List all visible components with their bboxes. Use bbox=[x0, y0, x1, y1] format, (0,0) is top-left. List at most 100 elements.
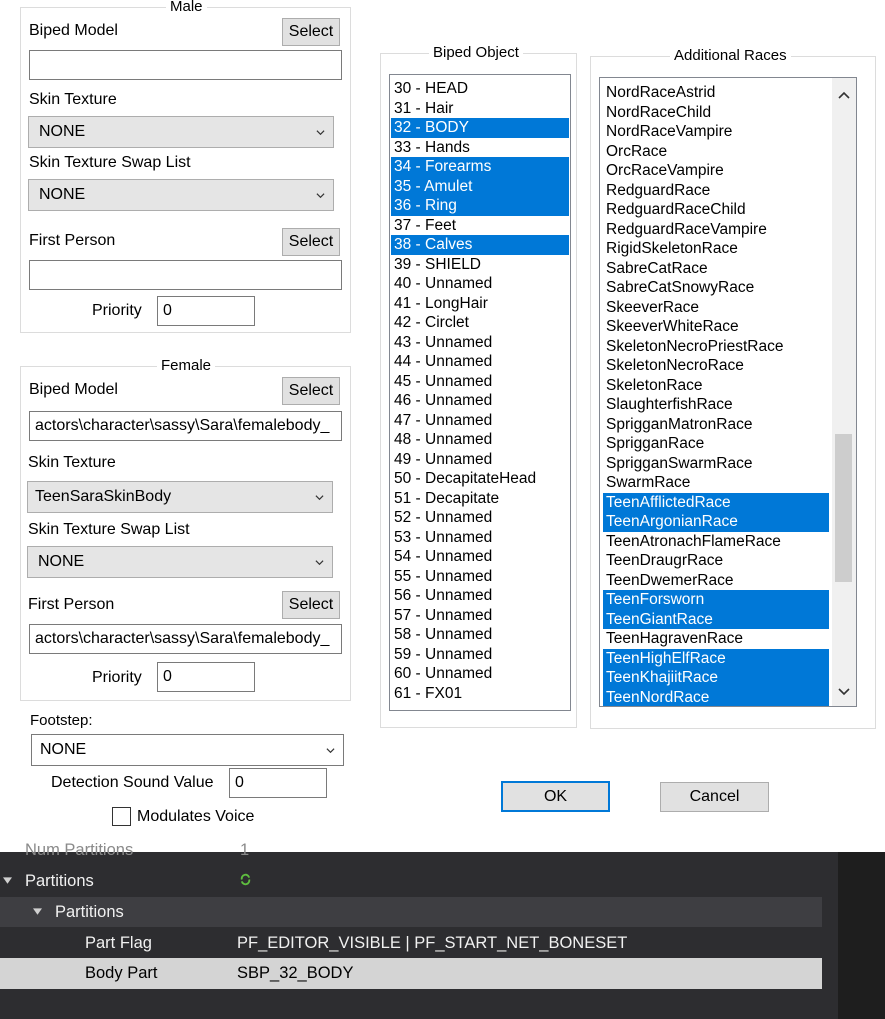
biped-object-item[interactable]: 47 - Unnamed bbox=[391, 411, 569, 431]
part-flag-row[interactable]: Part Flag PF_EDITOR_VISIBLE | PF_START_N… bbox=[0, 928, 822, 958]
biped-object-item[interactable]: 36 - Ring bbox=[391, 196, 569, 216]
biped-object-item[interactable]: 48 - Unnamed bbox=[391, 430, 569, 450]
biped-object-item[interactable]: 39 - SHIELD bbox=[391, 255, 569, 275]
biped-object-item[interactable]: 42 - Circlet bbox=[391, 313, 569, 333]
biped-object-item[interactable]: 40 - Unnamed bbox=[391, 274, 569, 294]
race-item[interactable]: OrcRace bbox=[603, 142, 829, 162]
body-part-row[interactable]: Body Part SBP_32_BODY bbox=[0, 958, 822, 989]
additional-races-list[interactable]: NordRaceAstrid NordRaceChild NordRaceVampi… bbox=[599, 77, 857, 707]
female-skin-texture-dropdown[interactable]: TeenSaraSkinBody bbox=[27, 481, 333, 513]
race-item[interactable]: RedguardRaceChild bbox=[603, 200, 829, 220]
race-item[interactable]: SkeletonNecroPriestRace bbox=[603, 337, 829, 357]
race-item[interactable]: TeenForsworn bbox=[603, 590, 829, 610]
biped-object-item[interactable]: 31 - Hair bbox=[391, 99, 569, 119]
female-priority-input[interactable]: 0 bbox=[157, 662, 255, 692]
biped-object-item[interactable]: 30 - HEAD bbox=[391, 79, 569, 99]
race-item[interactable]: SprigganMatronRace bbox=[603, 415, 829, 435]
detection-sound-input[interactable]: 0 bbox=[229, 768, 327, 798]
biped-object-item[interactable]: 57 - Unnamed bbox=[391, 606, 569, 626]
biped-object-item[interactable]: 54 - Unnamed bbox=[391, 547, 569, 567]
expand-arrow-icon[interactable] bbox=[3, 877, 12, 885]
male-first-person-select-button[interactable]: Select bbox=[282, 228, 340, 256]
biped-object-item[interactable]: 45 - Unnamed bbox=[391, 372, 569, 392]
biped-object-item[interactable]: 32 - BODY bbox=[391, 118, 569, 138]
chevron-down-icon[interactable] bbox=[838, 687, 850, 697]
race-item[interactable]: RedguardRaceVampire bbox=[603, 220, 829, 240]
race-item[interactable]: SwarmRace bbox=[603, 473, 829, 493]
race-item[interactable]: NordRaceAstrid bbox=[603, 83, 829, 103]
biped-object-item[interactable]: 41 - LongHair bbox=[391, 294, 569, 314]
biped-object-item[interactable]: 56 - Unnamed bbox=[391, 586, 569, 606]
race-item[interactable]: TeenDwemerRace bbox=[603, 571, 829, 591]
biped-object-item[interactable]: 33 - Hands bbox=[391, 138, 569, 158]
biped-object-list[interactable]: 30 - HEAD 31 - Hair 32 - BODY 33 - Hands 34 … bbox=[389, 74, 571, 711]
male-biped-model-input[interactable] bbox=[29, 50, 342, 80]
race-item[interactable]: TeenGiantRace bbox=[603, 609, 829, 629]
properties-scrollbar[interactable] bbox=[838, 852, 885, 1019]
biped-object-item[interactable]: 52 - Unnamed bbox=[391, 508, 569, 528]
cancel-button[interactable]: Cancel bbox=[660, 782, 769, 812]
race-item[interactable]: TeenAfflictedRace bbox=[603, 492, 829, 512]
male-swap-list-dropdown[interactable]: NONE bbox=[28, 179, 334, 211]
male-skin-texture-dropdown[interactable]: NONE bbox=[28, 116, 334, 148]
race-item[interactable]: SlaughterfishRace bbox=[603, 395, 829, 415]
race-item[interactable]: TeenKhajiitRace bbox=[603, 668, 829, 688]
partitions-label: Partitions bbox=[25, 872, 94, 890]
biped-object-item[interactable]: 46 - Unnamed bbox=[391, 391, 569, 411]
race-item[interactable]: TeenArgonianRace bbox=[603, 512, 829, 532]
male-first-person-input[interactable] bbox=[29, 260, 342, 290]
race-item[interactable]: OrcRaceVampire bbox=[603, 161, 829, 181]
race-item[interactable]: SkeeverWhiteRace bbox=[603, 317, 829, 337]
expand-arrow-icon[interactable] bbox=[33, 908, 42, 916]
biped-object-item[interactable]: 55 - Unnamed bbox=[391, 567, 569, 587]
race-item[interactable]: SkeletonRace bbox=[603, 376, 829, 396]
male-priority-input[interactable]: 0 bbox=[157, 296, 255, 326]
race-item[interactable]: SprigganRace bbox=[603, 434, 829, 454]
race-item[interactable]: SabreCatRace bbox=[603, 259, 829, 279]
footstep-dropdown[interactable]: NONE bbox=[31, 734, 344, 766]
biped-object-item[interactable]: 60 - Unnamed bbox=[391, 664, 569, 684]
partitions-row[interactable]: Partitions bbox=[0, 866, 822, 896]
female-priority-label: Priority bbox=[92, 669, 142, 686]
race-item[interactable]: TeenHighElfRace bbox=[603, 648, 829, 668]
male-biped-model-select-button[interactable]: Select bbox=[282, 18, 340, 46]
race-item[interactable]: TeenNordRace bbox=[603, 687, 829, 706]
biped-object-item[interactable]: 49 - Unnamed bbox=[391, 450, 569, 470]
race-item[interactable]: SkeeverRace bbox=[603, 298, 829, 318]
race-item[interactable]: TeenHagravenRace bbox=[603, 629, 829, 649]
partitions-child-row[interactable]: Partitions bbox=[0, 897, 822, 927]
race-item[interactable]: SabreCatSnowyRace bbox=[603, 278, 829, 298]
race-item[interactable]: RigidSkeletonRace bbox=[603, 239, 829, 259]
female-first-person-select-button[interactable]: Select bbox=[282, 591, 340, 619]
biped-object-item[interactable]: 34 - Forearms bbox=[391, 157, 569, 177]
female-first-person-input[interactable]: actors\character\sassy\Sara\femalebody_ bbox=[29, 624, 342, 654]
female-biped-model-input[interactable]: actors\character\sassy\Sara\femalebody_ bbox=[29, 411, 342, 441]
biped-object-item[interactable]: 51 - Decapitate bbox=[391, 489, 569, 509]
biped-object-item[interactable]: 44 - Unnamed bbox=[391, 352, 569, 372]
female-swap-list-dropdown[interactable]: NONE bbox=[27, 546, 333, 578]
biped-object-item[interactable]: 37 - Feet bbox=[391, 216, 569, 236]
refresh-icon[interactable] bbox=[239, 873, 252, 886]
biped-object-item[interactable]: 38 - Calves bbox=[391, 235, 569, 255]
race-item[interactable]: RedguardRace bbox=[603, 181, 829, 201]
chevron-up-icon[interactable] bbox=[838, 90, 850, 100]
ok-button[interactable]: OK bbox=[501, 781, 610, 812]
scrollbar-thumb[interactable] bbox=[835, 434, 852, 582]
biped-object-item[interactable]: 53 - Unnamed bbox=[391, 528, 569, 548]
biped-object-item[interactable]: 58 - Unnamed bbox=[391, 625, 569, 645]
race-item[interactable]: TeenAtronachFlameRace bbox=[603, 532, 829, 552]
biped-object-item[interactable]: 61 - FX01 bbox=[391, 684, 569, 704]
race-item[interactable]: SkeletonNecroRace bbox=[603, 356, 829, 376]
num-partitions-row[interactable]: Num Partitions 1 bbox=[0, 836, 822, 860]
race-item[interactable]: TeenDraugrRace bbox=[603, 551, 829, 571]
female-biped-model-select-button[interactable]: Select bbox=[282, 377, 340, 405]
modulates-voice-checkbox[interactable] bbox=[112, 807, 131, 826]
biped-object-item[interactable]: 50 - DecapitateHead bbox=[391, 469, 569, 489]
races-scrollbar[interactable] bbox=[832, 78, 856, 706]
race-item[interactable]: SprigganSwarmRace bbox=[603, 454, 829, 474]
race-item[interactable]: NordRaceChild bbox=[603, 103, 829, 123]
biped-object-item[interactable]: 59 - Unnamed bbox=[391, 645, 569, 665]
biped-object-item[interactable]: 35 - Amulet bbox=[391, 176, 569, 196]
biped-object-item[interactable]: 43 - Unnamed bbox=[391, 333, 569, 353]
race-item[interactable]: NordRaceVampire bbox=[603, 122, 829, 142]
